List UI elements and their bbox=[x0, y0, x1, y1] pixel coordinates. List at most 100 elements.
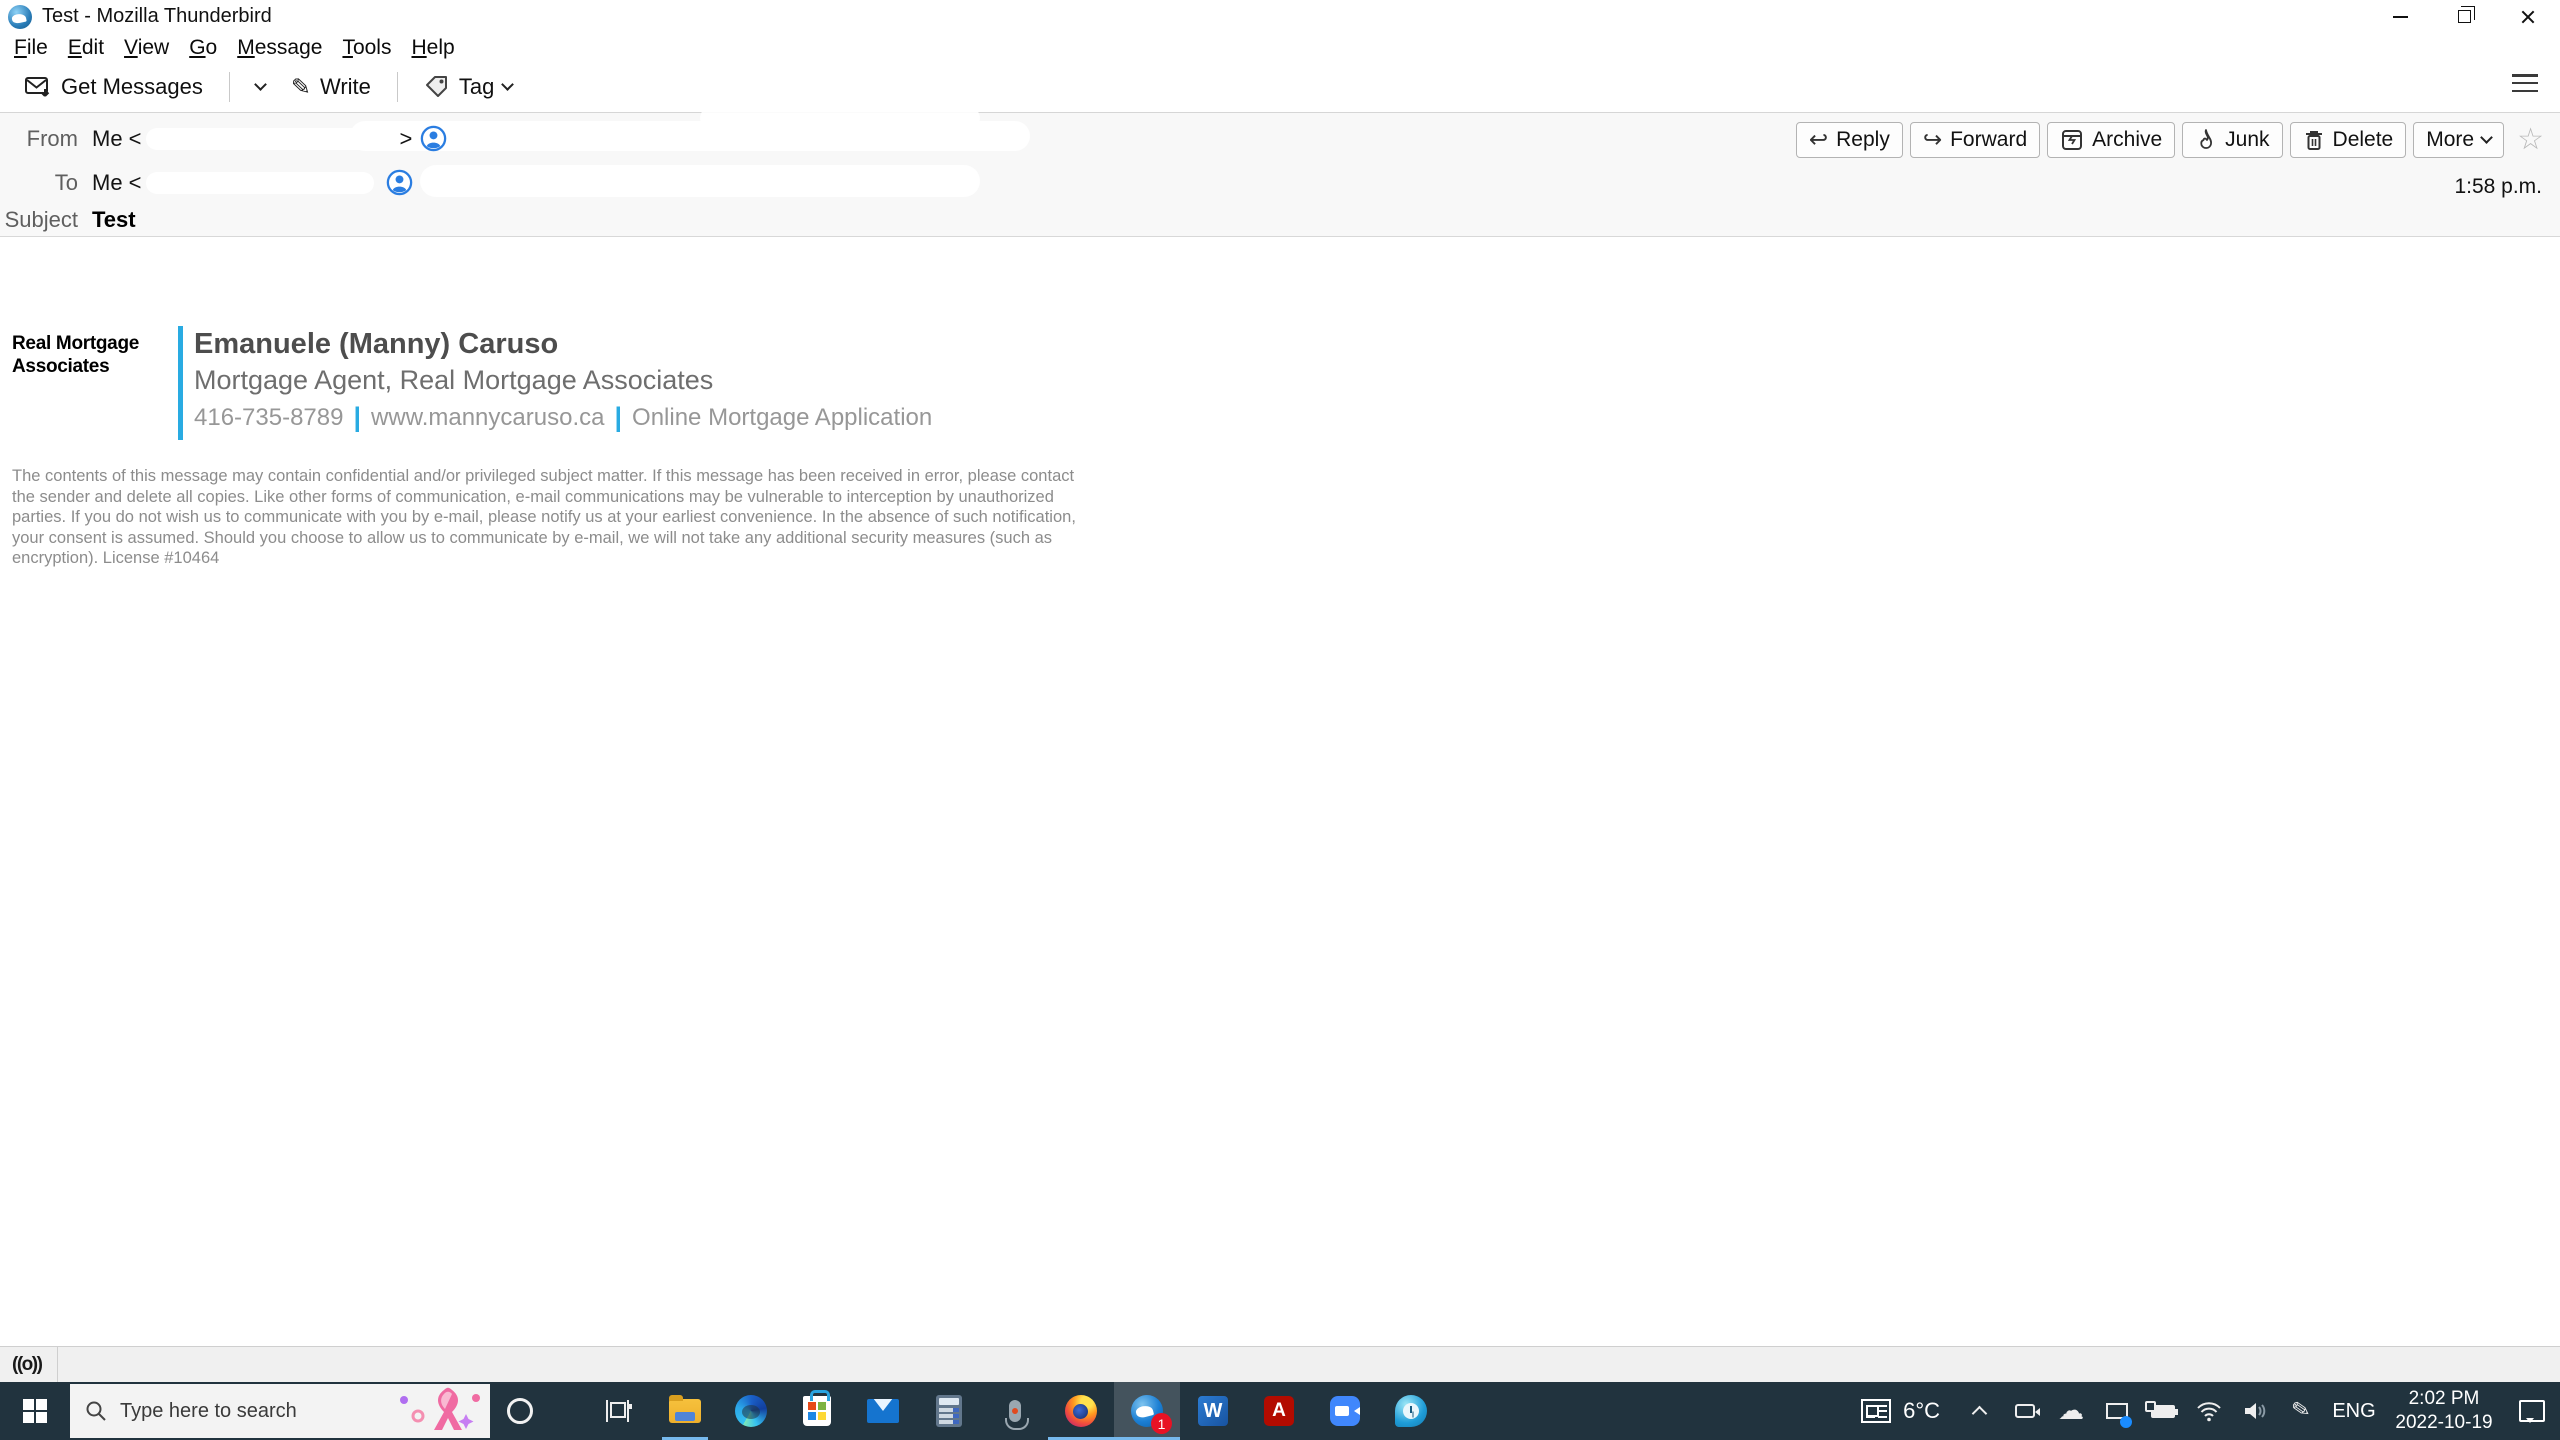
signature-job-title: Mortgage Agent, Real Mortgage Associates bbox=[194, 365, 714, 395]
broadcast-icon: ((o)) bbox=[12, 1353, 43, 1375]
contact-icon[interactable] bbox=[420, 125, 447, 152]
tray-overflow-button[interactable] bbox=[1956, 1382, 2002, 1440]
firefox-icon bbox=[1065, 1395, 1097, 1427]
archive-button[interactable]: Archive bbox=[2047, 122, 2176, 158]
start-button[interactable] bbox=[0, 1382, 70, 1440]
archive-label: Archive bbox=[2092, 128, 2163, 151]
task-view-button[interactable] bbox=[586, 1382, 652, 1440]
app-menu-button[interactable] bbox=[2512, 72, 2538, 94]
clock-time: 2:02 PM bbox=[2408, 1388, 2480, 1409]
statusbar-separator bbox=[57, 1346, 59, 1383]
word-icon: W bbox=[1198, 1396, 1228, 1426]
acrobat-button[interactable]: A bbox=[1246, 1382, 1312, 1440]
subject-value: Test bbox=[92, 207, 136, 232]
message-actions: ↩ Reply ↪ Forward Archive Junk Delete Mo… bbox=[1795, 122, 2544, 158]
network-button[interactable] bbox=[2186, 1382, 2232, 1440]
junk-flame-icon bbox=[2200, 129, 2213, 149]
menu-message[interactable]: Message bbox=[231, 34, 336, 62]
firefox-button[interactable] bbox=[1048, 1382, 1114, 1440]
microsoft-store-button[interactable] bbox=[784, 1382, 850, 1440]
contact-icon[interactable] bbox=[386, 169, 413, 196]
from-close-bracket: > bbox=[399, 125, 413, 151]
thunderbird-window: Test - Mozilla Thunderbird File Edit Vie… bbox=[0, 0, 2560, 1440]
store-icon bbox=[803, 1390, 831, 1426]
search-input[interactable] bbox=[118, 1398, 388, 1424]
restore-button[interactable] bbox=[2432, 0, 2496, 33]
message-body: Real Mortgage Associates Emanuele (Manny… bbox=[0, 238, 2560, 1346]
signature-phone: 416-735-8789 bbox=[194, 403, 344, 431]
voice-recorder-button[interactable] bbox=[982, 1382, 1048, 1440]
logo-line1: Real Mortgage bbox=[12, 333, 140, 354]
tag-button[interactable]: Tag bbox=[416, 68, 520, 106]
taskbar-search[interactable] bbox=[70, 1384, 490, 1438]
language-indicator[interactable]: ENG bbox=[2324, 1382, 2384, 1440]
pen-settings-button[interactable]: ✎ bbox=[2278, 1382, 2324, 1440]
battery-button[interactable] bbox=[2140, 1382, 2186, 1440]
delete-button[interactable]: Delete bbox=[2289, 122, 2407, 158]
sync-tray-button[interactable] bbox=[2094, 1382, 2140, 1440]
signature-application-link: Online Mortgage Application bbox=[632, 403, 933, 431]
file-explorer-button[interactable] bbox=[652, 1382, 718, 1440]
action-center-button[interactable] bbox=[2504, 1382, 2560, 1440]
search-icon bbox=[86, 1401, 106, 1421]
redaction-smudge bbox=[420, 165, 980, 197]
thunderbird-taskbar-button[interactable]: 1 bbox=[1114, 1382, 1180, 1440]
close-button[interactable] bbox=[2496, 0, 2560, 33]
menu-tools[interactable]: Tools bbox=[336, 34, 405, 62]
word-button[interactable]: W bbox=[1180, 1382, 1246, 1440]
weather-widget[interactable]: 6°C bbox=[1845, 1382, 1956, 1440]
star-flag-icon[interactable]: ☆ bbox=[2517, 125, 2544, 155]
onedrive-button[interactable]: ☁ bbox=[2048, 1382, 2094, 1440]
system-tray: ☁ ✎ ENG 2:02 PM 2022-10-19 bbox=[1956, 1382, 2560, 1440]
junk-button[interactable]: Junk bbox=[2182, 122, 2283, 158]
edge-button[interactable] bbox=[718, 1382, 784, 1440]
window-title: Test - Mozilla Thunderbird bbox=[42, 5, 272, 27]
menu-help[interactable]: Help bbox=[405, 34, 468, 62]
zoom-app-button[interactable] bbox=[1312, 1382, 1378, 1440]
battery-charging-icon bbox=[2145, 1400, 2178, 1418]
news-icon bbox=[1861, 1399, 1892, 1423]
disclaimer-line: The contents of this message may contain… bbox=[12, 467, 1075, 485]
delete-label: Delete bbox=[2332, 128, 2394, 151]
notification-dot bbox=[2120, 1416, 2132, 1428]
toolbar-separator bbox=[228, 72, 230, 102]
redacted-email bbox=[145, 127, 396, 150]
get-messages-dropdown[interactable] bbox=[248, 78, 273, 95]
chevron-down-icon bbox=[501, 78, 515, 91]
archive-icon bbox=[2062, 130, 2083, 150]
taskbar-clock[interactable]: 2:02 PM 2022-10-19 bbox=[2384, 1387, 2504, 1435]
cortana-icon bbox=[507, 1398, 533, 1424]
zoom-camera-icon bbox=[1330, 1396, 1360, 1426]
write-label: Write bbox=[319, 74, 371, 99]
wifi-icon bbox=[2197, 1402, 2221, 1422]
clock-app-icon bbox=[1395, 1395, 1427, 1427]
envelope-download-icon bbox=[25, 77, 50, 97]
cortana-button[interactable] bbox=[490, 1382, 550, 1440]
menu-view[interactable]: View bbox=[118, 34, 183, 62]
subject-row: Subject Test bbox=[0, 207, 136, 233]
calculator-button[interactable] bbox=[916, 1382, 982, 1440]
junk-label: Junk bbox=[2225, 128, 2270, 151]
reply-button[interactable]: ↩ Reply bbox=[1795, 122, 1903, 158]
mail-app-button[interactable] bbox=[850, 1382, 916, 1440]
forward-button[interactable]: ↪ Forward bbox=[1909, 122, 2041, 158]
status-bar: ((o)) bbox=[0, 1346, 2560, 1383]
clock-app-button[interactable] bbox=[1378, 1382, 1444, 1440]
menu-go[interactable]: Go bbox=[183, 34, 231, 62]
onedrive-cloud-icon: ☁ bbox=[2058, 1396, 2084, 1426]
clock-date: 2022-10-19 bbox=[2395, 1412, 2493, 1433]
meet-now-button[interactable] bbox=[2002, 1382, 2048, 1440]
menu-edit[interactable]: Edit bbox=[62, 34, 118, 62]
get-messages-button[interactable]: Get Messages bbox=[16, 68, 211, 106]
menu-file[interactable]: File bbox=[8, 34, 62, 62]
minimize-button[interactable] bbox=[2368, 0, 2432, 33]
to-label: To bbox=[54, 169, 78, 195]
volume-button[interactable] bbox=[2232, 1382, 2278, 1440]
chevron-down-icon bbox=[253, 78, 267, 91]
write-button[interactable]: ✎ Write bbox=[283, 68, 379, 106]
action-center-icon bbox=[2519, 1400, 2545, 1423]
redacted-email bbox=[145, 171, 374, 194]
more-button[interactable]: More bbox=[2413, 122, 2505, 158]
message-time: 1:58 p.m. bbox=[2454, 175, 2542, 198]
forward-icon: ↪ bbox=[1922, 126, 1943, 153]
